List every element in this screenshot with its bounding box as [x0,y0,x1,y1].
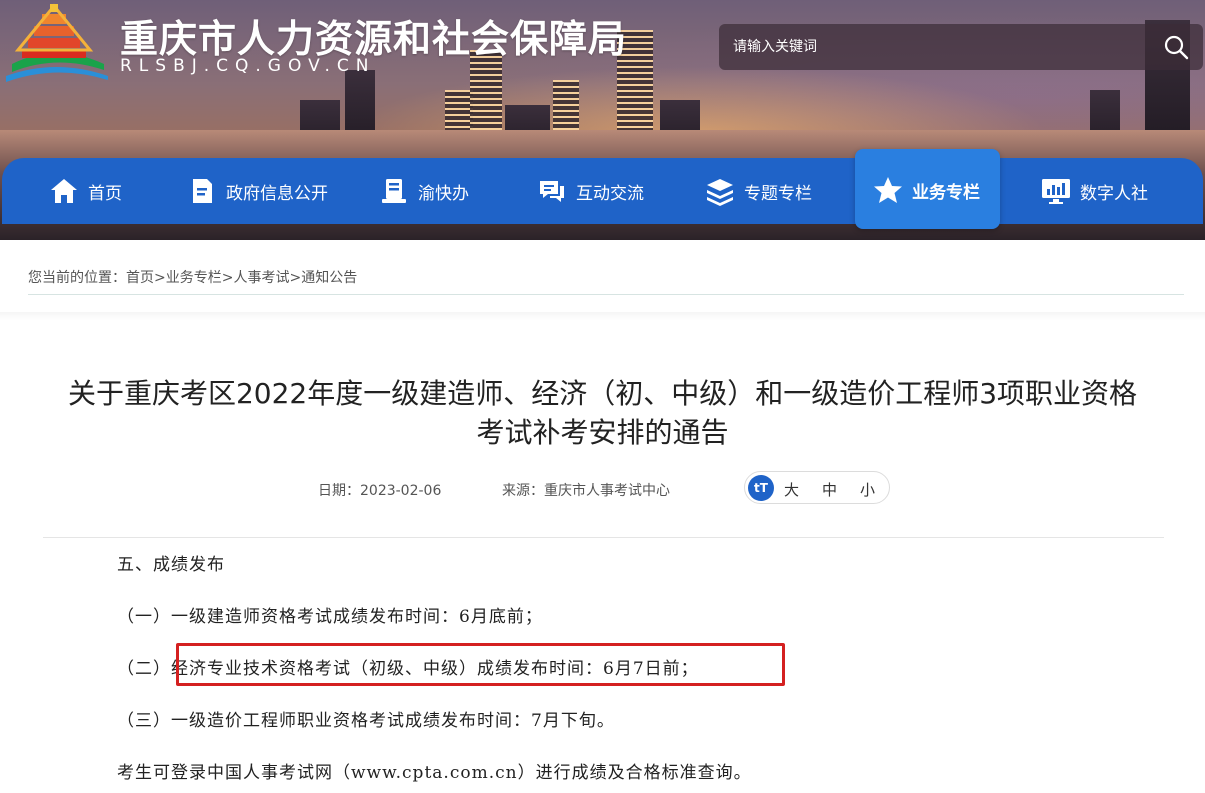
nav-label: 渝快办 [418,183,469,204]
breadcrumb-exams[interactable]: 人事考试 [233,270,289,286]
paragraph-note: 考生可登录中国人事考试网（www.cpta.com.cn）进行成绩及合格标准查询… [117,763,752,783]
nav-item-gov-info[interactable]: 政府信息公开 [186,158,328,224]
layers-icon [707,179,733,206]
nav-label: 政府信息公开 [226,183,328,204]
font-size-icon: tT [748,475,774,501]
font-size-large[interactable]: 大 [784,479,799,500]
nav-item-yukuaiban[interactable]: 渝快办 [378,158,469,224]
search-icon[interactable] [1163,34,1189,60]
article-title: 关于重庆考区2022年度一级建造师、经济（初、中级）和一级造价工程师3项职业资格… [20,374,1185,452]
section-shadow [0,312,1205,320]
article-title-line1: 关于重庆考区2022年度一级建造师、经济（初、中级）和一级造价工程师3项职业资格 [67,377,1138,410]
breadcrumb-notices[interactable]: 通知公告 [301,270,357,286]
document-icon [193,179,212,203]
paragraph-item: （三）一级造价工程师职业资格考试成绩发布时间：7月下旬。 [117,711,615,731]
breadcrumb: 您当前的位置：首页>业务专栏>人事考试>通知公告 [28,270,358,286]
bureau-logo-icon [6,3,108,82]
breadcrumb-home[interactable]: 首页 [126,270,154,286]
star-icon [874,177,902,203]
font-size-medium[interactable]: 中 [822,479,837,500]
red-highlight-box [176,643,785,686]
search-box [719,24,1203,70]
font-size-small[interactable]: 小 [860,479,875,500]
breadcrumb-divider [28,294,1184,295]
nav-item-interaction[interactable]: 互动交流 [536,158,644,224]
font-size-control: tT 大 中 小 [744,471,890,504]
article-source: 来源：重庆市人事考试中心 [502,483,670,499]
content-divider [43,537,1164,538]
article-title-line2: 考试补考安排的通告 [476,416,729,449]
nav-label: 专题专栏 [744,183,812,204]
article-date: 日期：2023-02-06 [318,483,442,499]
service-icon [382,179,406,203]
monitor-chart-icon [1042,179,1070,204]
nav-label: 业务专栏 [912,182,980,203]
chat-icon [540,181,564,202]
section-heading: 五、成绩发布 [117,555,225,575]
nav-item-special-topics[interactable]: 专题专栏 [704,158,812,224]
nav-item-home[interactable]: 首页 [48,158,122,224]
search-input[interactable] [733,34,1133,60]
nav-label: 首页 [88,183,122,204]
site-title: 重庆市人力资源和社会保障局 [120,17,628,61]
nav-item-digital-hr[interactable]: 数字人社 [1040,158,1148,224]
nav-item-business[interactable]: 业务专栏 [872,150,980,230]
home-icon [51,179,77,203]
nav-label: 互动交流 [576,183,644,204]
paragraph-item: （一）一级建造师资格考试成绩发布时间：6月底前； [117,607,543,627]
site-domain: RLSBJ.CQ.GOV.CN [120,56,376,76]
breadcrumb-prefix: 您当前的位置： [28,270,126,286]
nav-label: 数字人社 [1080,183,1148,204]
breadcrumb-business[interactable]: 业务专栏 [166,270,222,286]
